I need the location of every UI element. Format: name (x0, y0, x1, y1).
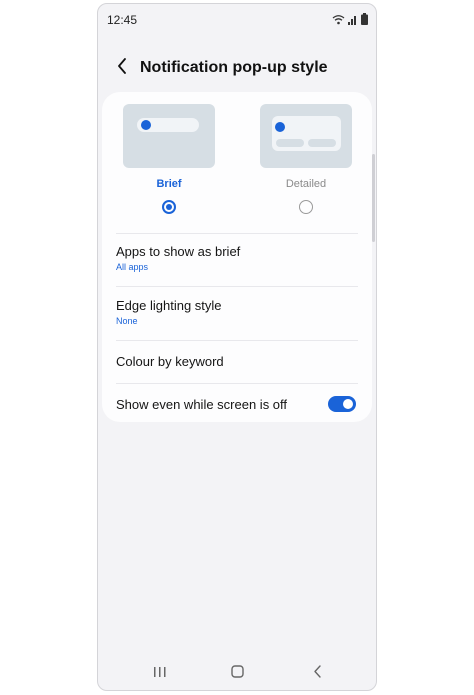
status-time: 12:45 (107, 13, 138, 27)
setting-title: Apps to show as brief (116, 244, 241, 259)
screen-off-toggle[interactable] (328, 396, 356, 412)
battery-icon (361, 12, 368, 30)
divider (116, 286, 358, 287)
back-button[interactable] (110, 56, 134, 80)
divider (116, 340, 358, 341)
style-option-label: Detailed (285, 178, 327, 190)
status-icons (332, 12, 368, 30)
divider (116, 233, 358, 234)
nav-back-button[interactable] (305, 664, 329, 684)
status-bar: 12:45 (98, 4, 376, 34)
setting-title: Show even while screen is off (116, 397, 288, 412)
detailed-radio[interactable] (299, 200, 313, 214)
detailed-preview (260, 104, 352, 168)
brief-preview (123, 104, 215, 168)
brief-radio[interactable] (162, 200, 176, 214)
navigation-bar (98, 660, 376, 690)
colour-by-keyword-item[interactable]: Colour by keyword (116, 354, 358, 369)
notification-dot (275, 122, 285, 132)
recent-apps-button[interactable] (148, 664, 172, 684)
recent-apps-icon (153, 665, 167, 683)
page-title: Notification pop-up style (140, 59, 328, 76)
edge-lighting-style-item[interactable]: Edge lighting style None (116, 298, 358, 326)
setting-value: All apps (116, 262, 149, 272)
home-button[interactable] (225, 664, 249, 684)
home-icon (230, 665, 244, 683)
chevron-left-icon (117, 57, 127, 79)
setting-value: None (116, 316, 138, 326)
setting-title: Colour by keyword (116, 354, 224, 369)
scrollbar[interactable] (372, 154, 375, 242)
app-bar: Notification pop-up style (98, 50, 376, 88)
divider (116, 383, 358, 384)
show-while-screen-off-item[interactable]: Show even while screen is off (116, 397, 312, 412)
chevron-left-icon (313, 665, 322, 683)
notification-dot (141, 120, 151, 130)
apps-to-show-as-brief-item[interactable]: Apps to show as brief All apps (116, 244, 358, 272)
phone-screen: 12:45 Notification pop-up style Brief De… (97, 3, 377, 691)
style-option-detailed[interactable]: Detailed (260, 104, 352, 214)
signal-icon (348, 12, 358, 30)
style-option-label: Brief (156, 178, 182, 190)
settings-card: Brief Detailed Apps to show as brief All… (102, 92, 372, 422)
wifi-icon (332, 12, 345, 30)
setting-title: Edge lighting style (116, 298, 222, 313)
style-option-brief[interactable]: Brief (123, 104, 215, 214)
